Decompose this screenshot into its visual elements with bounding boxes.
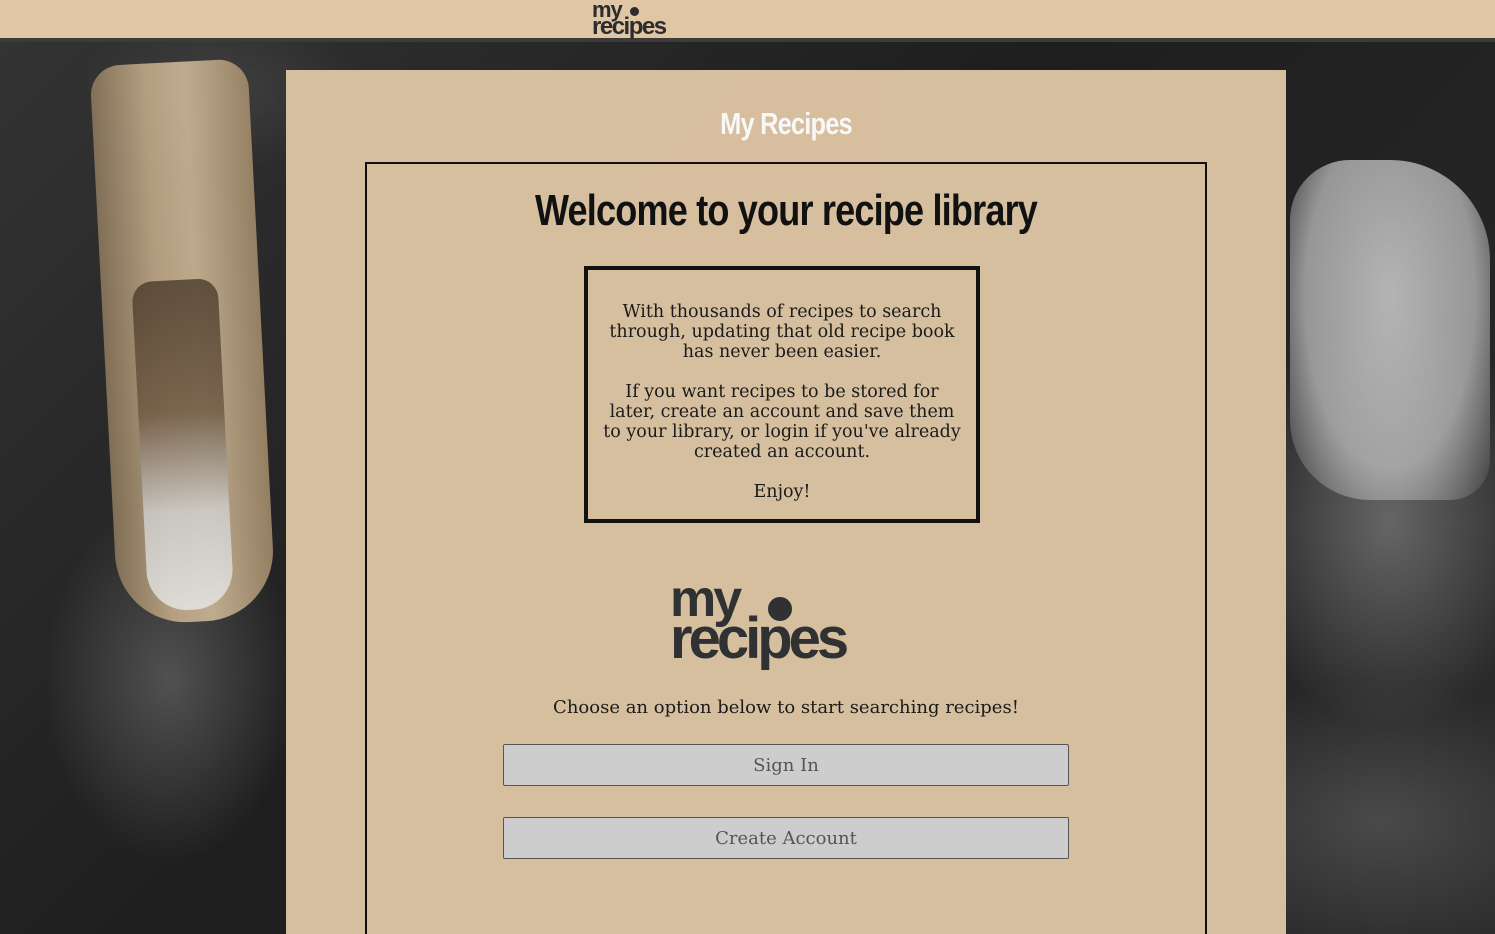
top-navbar: my recipes <box>0 0 1495 42</box>
background-flour-bag <box>1290 160 1490 500</box>
choose-option-text: Choose an option below to start searchin… <box>553 697 1019 718</box>
myrecipes-logo: my recipes <box>670 570 904 673</box>
welcome-card: Welcome to your recipe library With thou… <box>365 162 1207 934</box>
navbar-logo-dot <box>630 7 639 16</box>
intro-paragraph-3: Enjoy! <box>753 482 811 502</box>
background-scoop-flour <box>131 277 235 613</box>
logo-recipes: recipes <box>670 606 849 671</box>
intro-paragraph-1: With thousands of recipes to search thro… <box>609 302 955 362</box>
navbar-logo-recipes: recipes <box>592 13 667 41</box>
intro-box: With thousands of recipes to search thro… <box>584 266 980 523</box>
welcome-heading: Welcome to your recipe library <box>534 186 1038 235</box>
page-title: My Recipes <box>720 106 852 141</box>
intro-paragraph-2: If you want recipes to be stored for lat… <box>603 382 961 462</box>
create-account-button[interactable]: Create Account <box>503 817 1069 859</box>
sign-in-button[interactable]: Sign In <box>503 744 1069 786</box>
navbar-logo[interactable]: my recipes <box>592 0 682 41</box>
